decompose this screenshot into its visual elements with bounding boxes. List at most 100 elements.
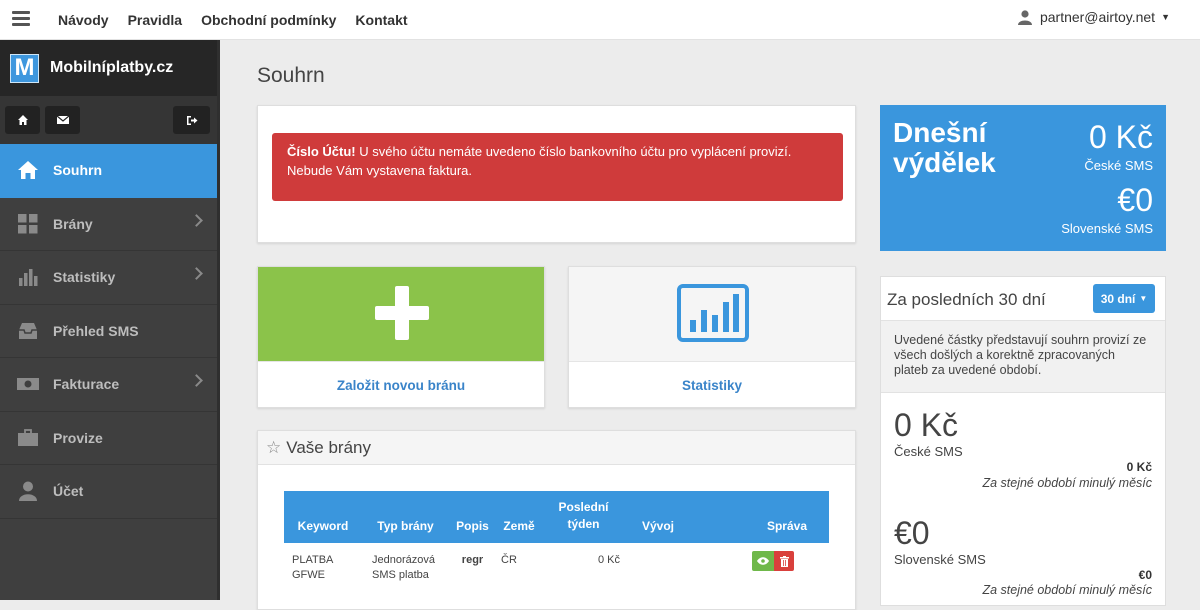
- column-header-keyword[interactable]: Keyword: [284, 491, 362, 543]
- brand[interactable]: M Mobilníplatby.cz: [0, 40, 217, 96]
- cell-last-week: 0 Kč: [597, 554, 620, 566]
- chevron-right-icon: [190, 267, 203, 280]
- alert-title: Číslo Účtu!: [287, 144, 356, 159]
- top-navbar: Návody Pravidla Obchodní podmínky Kontak…: [0, 0, 1200, 40]
- gates-table-header-row: Keyword Typ brány Popis Země Poslední týd…: [284, 491, 829, 543]
- chevron-right-icon: [190, 213, 203, 227]
- eye-icon: [757, 557, 769, 565]
- hamburger-menu-icon[interactable]: [12, 11, 30, 27]
- nav-link-obchodni-podminky[interactable]: Obchodní podmínky: [201, 12, 336, 28]
- gates-panel: ☆ Vaše brány Keyword Typ brány Popis Zem…: [257, 430, 856, 610]
- nav-link-navody[interactable]: Návody: [58, 12, 109, 28]
- sk-30-label: Slovenské SMS: [894, 552, 986, 567]
- bar-chart-icon: [17, 266, 39, 288]
- cz-30-amount: 0 Kč: [894, 407, 959, 443]
- user-email: partner@airtoy.net: [1039, 9, 1156, 25]
- last-30-days-panel: Za posledních 30 dní 30 dní ▼ Uvedené čás…: [880, 276, 1166, 606]
- sk-prev-amount: €0: [1138, 568, 1152, 582]
- new-gate-tile-banner[interactable]: [258, 267, 544, 361]
- type-line1: Jednorázová: [372, 554, 435, 566]
- cz-30-label: České SMS: [894, 444, 963, 459]
- caret-down-icon: ▼: [1161, 12, 1170, 22]
- last-30-days-note: Uvedené částky představují souhrn proviz…: [881, 320, 1165, 393]
- column-header-last-week[interactable]: Poslední týden: [542, 491, 625, 543]
- home-shortcut-button[interactable]: [5, 106, 40, 134]
- sidebar-item-prehled-sms[interactable]: Přehled SMS: [0, 305, 217, 358]
- statistics-tile-banner[interactable]: [569, 267, 855, 361]
- column-header-trend[interactable]: Vývoj: [625, 491, 691, 543]
- column-header-type[interactable]: Typ brány: [362, 491, 449, 543]
- logout-icon: [186, 115, 197, 125]
- home-icon: [17, 115, 28, 125]
- sidebar-item-provize[interactable]: Provize: [0, 412, 217, 465]
- sidebar-item-label: Přehled SMS: [53, 322, 139, 339]
- sidebar-item-label: Provize: [53, 429, 103, 446]
- cz-prev-amount: 0 Kč: [1126, 460, 1152, 474]
- statistics-link[interactable]: Statistiky: [569, 361, 855, 409]
- sk-prev-label: Za stejné období minulý měsíc: [982, 583, 1152, 597]
- today-earnings-panel: Dnešní výdělek 0 Kč České SMS €0 Slovensk…: [880, 105, 1166, 251]
- last-week-header-line1: Poslední: [558, 500, 609, 514]
- cell-manage: [691, 543, 829, 583]
- inbox-icon: [17, 320, 39, 342]
- statistics-tile[interactable]: Statistiky: [568, 266, 856, 408]
- messages-shortcut-button[interactable]: [45, 106, 80, 134]
- brand-name: Mobilníplatby.cz: [50, 59, 174, 76]
- today-earnings-title-line1: Dnešní: [893, 117, 987, 148]
- sidebar-item-label: Brány: [53, 215, 93, 232]
- sidebar-item-fakturace[interactable]: Fakturace: [0, 358, 217, 412]
- home-icon: [17, 159, 39, 181]
- sidebar-item-souhrn[interactable]: Souhrn: [0, 144, 217, 198]
- money-icon: [17, 373, 39, 395]
- sidebar-item-brany[interactable]: Brány: [0, 198, 217, 251]
- chevron-right-icon: [190, 374, 203, 387]
- sidebar-item-label: Souhrn: [53, 162, 102, 179]
- user-menu[interactable]: partner@airtoy.net ▼: [1017, 0, 1170, 34]
- sidebar-item-label: Fakturace: [53, 376, 120, 393]
- account-warning-alert: Číslo Účtu! U svého účtu nemáte uvedeno …: [272, 133, 843, 201]
- cell-type: Jednorázová SMS platba: [362, 543, 449, 583]
- today-earnings-title: Dnešní výdělek: [893, 118, 996, 178]
- column-header-country[interactable]: Země: [496, 491, 542, 543]
- delete-gate-button[interactable]: [774, 551, 794, 571]
- user-icon: [17, 480, 39, 502]
- type-line2: SMS platba: [372, 569, 429, 581]
- view-gate-button[interactable]: [752, 551, 774, 571]
- top-nav-links: Návody Pravidla Obchodní podmínky Kontak…: [58, 0, 427, 40]
- plus-icon: [375, 286, 429, 340]
- grid-icon: [17, 213, 39, 235]
- period-dropdown-button[interactable]: 30 dní ▼: [1093, 284, 1155, 313]
- nav-link-pravidla[interactable]: Pravidla: [128, 12, 182, 28]
- new-gate-link[interactable]: Založit novou bránu: [258, 361, 544, 409]
- envelope-icon: [56, 115, 69, 124]
- keyword-line1: PLATBA: [292, 554, 334, 566]
- sidebar-shortcuts: [0, 96, 217, 144]
- period-dropdown-label: 30 dní: [1100, 291, 1136, 306]
- sidebar: M Mobilníplatby.cz Souhrn Brány Statisti…: [0, 40, 220, 600]
- alert-message: U svého účtu nemáte uvedeno číslo bankov…: [287, 144, 792, 178]
- gates-panel-header: ☆ Vaše brány: [258, 431, 855, 465]
- today-earnings-title-line2: výdělek: [893, 147, 996, 178]
- sk-earnings-label: Slovenské SMS: [1061, 221, 1153, 236]
- alert-panel: Číslo Účtu! U svého účtu nemáte uvedeno …: [257, 105, 856, 243]
- sidebar-item-ucet[interactable]: Účet: [0, 465, 217, 519]
- trash-icon: [779, 555, 789, 567]
- last-week-header-line2: týden: [567, 517, 600, 531]
- sidebar-item-statistiky[interactable]: Statistiky: [0, 251, 217, 305]
- sk-earnings-amount: €0: [1117, 182, 1153, 218]
- sidebar-item-label: Účet: [53, 483, 84, 500]
- logout-button[interactable]: [173, 106, 210, 134]
- new-gate-tile[interactable]: Založit novou bránu: [257, 266, 545, 408]
- caret-down-icon: ▼: [1139, 294, 1148, 303]
- cell-country: ČR: [501, 554, 517, 566]
- cell-keyword: PLATBA GFWE: [284, 543, 362, 583]
- column-header-description[interactable]: Popis: [449, 491, 496, 543]
- page-title: Souhrn: [257, 64, 325, 87]
- cz-earnings-amount: 0 Kč: [1088, 119, 1153, 155]
- star-icon: ☆: [266, 437, 282, 457]
- last-30-days-title: Za posledních 30 dní: [887, 290, 1046, 309]
- user-icon: [1017, 9, 1032, 25]
- nav-link-kontakt[interactable]: Kontakt: [355, 12, 407, 28]
- column-header-manage: Správa: [691, 491, 829, 543]
- sidebar-item-label: Statistiky: [53, 269, 116, 286]
